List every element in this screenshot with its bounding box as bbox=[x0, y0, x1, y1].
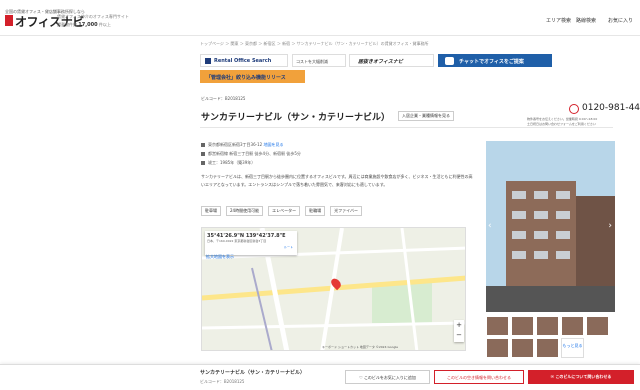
photo-thumbnail[interactable] bbox=[536, 338, 559, 358]
photo-more-button[interactable]: もっと見る bbox=[561, 338, 584, 358]
photo-thumbnail[interactable] bbox=[486, 316, 509, 336]
phone-icon bbox=[569, 104, 579, 114]
building-address: 東京都新宿区新宿3丁目36-12 地図を見る bbox=[201, 142, 283, 148]
location-pin-icon bbox=[201, 143, 205, 147]
divider bbox=[200, 127, 613, 128]
building-station: 都営新宿線 新宿三丁目駅 徒歩4分、新宿駅 徒歩5分 bbox=[201, 151, 301, 157]
footer-building-title: サンカテリーナビル（サン・カテリーナビル） bbox=[200, 370, 306, 376]
facility-tag: 光ファイバー bbox=[330, 206, 363, 216]
building-title: サンカテリーナビル（サン・カテリーナビル） bbox=[201, 113, 391, 123]
map-footer: キーボード ショートカット 地図データ ©2024 Google bbox=[322, 345, 399, 349]
listing-count: 掲載物件数 17,000 件以上 bbox=[57, 22, 111, 28]
photo-prev-icon[interactable]: ‹ bbox=[488, 221, 492, 231]
banner-building-icon bbox=[205, 58, 211, 64]
facility-tag: 駐車場 bbox=[201, 206, 221, 216]
map-info-box: 35°41'26.9"N 139°42'37.8"E 日本、〒160-0022 … bbox=[205, 231, 297, 255]
map-zoom-control[interactable]: + − bbox=[454, 320, 464, 342]
favorite-button[interactable]: ♡ このビルをお気に入りに追加 bbox=[345, 370, 430, 384]
site-tagline: 賃貸オフィス仲介のオフィス専門サイト bbox=[57, 14, 129, 19]
photo-thumbnail[interactable] bbox=[561, 316, 584, 336]
nav-route-search[interactable]: 路線検索 bbox=[576, 17, 596, 24]
google-map[interactable]: 35°41'26.9"N 139°42'37.8"E 日本、〒160-0022 … bbox=[201, 227, 466, 351]
map-route-link[interactable]: ルート bbox=[284, 245, 293, 249]
building-photo[interactable]: ‹ › bbox=[486, 141, 615, 312]
vacancy-inquiry-button[interactable]: このビルの空き情報を問い合わせる bbox=[434, 370, 524, 384]
photo-next-icon[interactable]: › bbox=[608, 221, 612, 231]
calendar-icon bbox=[201, 161, 205, 165]
building-built-year: 竣工：1985年（築39年） bbox=[201, 160, 255, 166]
map-address: 日本、〒160-0022 東京都新宿区新宿3丁目 bbox=[207, 239, 267, 243]
map-enlarge-link[interactable]: 拡大地図を表示 bbox=[206, 254, 234, 260]
building-photo-image bbox=[486, 141, 615, 312]
train-icon bbox=[201, 152, 205, 156]
photo-thumbnail[interactable] bbox=[536, 316, 559, 336]
mail-icon: ✉ bbox=[550, 374, 555, 379]
banner-cost-reduction[interactable]: コストを大幅削減 bbox=[292, 54, 346, 67]
building-description: サンカテリーナビルは、新宿三丁目駅から徒歩圏内に位置するオフィスビルです。周辺に… bbox=[201, 174, 473, 187]
phone-number[interactable]: 0120-981-440 bbox=[582, 103, 640, 113]
photo-thumbnail[interactable] bbox=[586, 316, 609, 336]
building-code: ビルコード：B2018125 bbox=[201, 96, 246, 101]
banner-chat-proposal[interactable]: チャットでオフィスをご提案 bbox=[438, 54, 552, 67]
heart-icon: ♡ bbox=[359, 375, 363, 380]
facility-tag: エレベーター bbox=[268, 206, 301, 216]
facility-tags: 駐車場 24時間使用可能 エレベーター 駐輪場 光ファイバー bbox=[201, 206, 363, 216]
photo-thumbnail[interactable] bbox=[511, 316, 534, 336]
nav-area-search[interactable]: エリア検索 bbox=[546, 17, 571, 24]
contact-button[interactable]: ✉ このビルについて問い合わせる bbox=[528, 370, 634, 384]
facility-tag: 24時間使用可能 bbox=[226, 206, 264, 216]
breadcrumb[interactable]: トップページ ＞ 関東 ＞ 東京都 ＞ 新宿区 ＞ 新宿 ＞ サンカテリーナビル… bbox=[200, 41, 429, 47]
tenant-info-button[interactable]: 入居企業・業種情報を見る bbox=[398, 111, 454, 121]
banner-management-filter[interactable]: 「管理会社」絞り込み機能リリース bbox=[200, 70, 305, 83]
footer-building-code: ビルコード：B2018125 bbox=[200, 379, 245, 384]
chat-icon bbox=[445, 57, 454, 65]
banner-inuki-office-navi[interactable]: 居抜きオフィスナビ bbox=[349, 54, 434, 67]
photo-thumbnails: もっと見る bbox=[486, 316, 615, 358]
logo-mark-icon[interactable] bbox=[5, 15, 13, 26]
photo-thumbnail[interactable] bbox=[511, 338, 534, 358]
phone-note: 物件番号をお伝えください。営業時間 9:00～18:00 土日祝日はお問い合わせ… bbox=[527, 117, 598, 126]
map-link[interactable]: 地図を見る bbox=[263, 142, 283, 147]
photo-thumbnail[interactable] bbox=[486, 338, 509, 358]
banner-rental-office-search[interactable]: Rental Office Search bbox=[200, 54, 288, 67]
nav-favorites[interactable]: お気に入り bbox=[608, 17, 633, 24]
facility-tag: 駐輪場 bbox=[305, 206, 326, 216]
